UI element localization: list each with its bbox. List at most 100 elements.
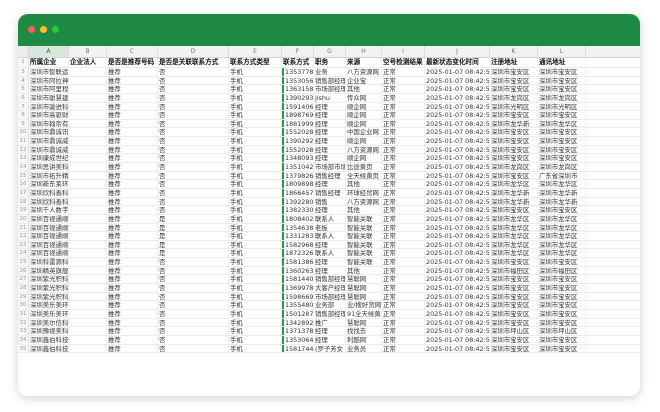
table-cell[interactable]: 否 [158, 284, 229, 292]
table-cell[interactable]: 深圳紫光积科 [29, 292, 69, 301]
table-cell[interactable]: 深圳市龙华区 [538, 232, 586, 240]
table-cell[interactable]: 158138693 [282, 258, 314, 266]
table-cell[interactable]: 2025-01-07 08:42:5 [425, 223, 490, 232]
table-cell[interactable]: 深圳市龙华区 [490, 214, 538, 223]
table-cell[interactable]: 手机 [229, 214, 282, 223]
table-cell[interactable]: 深圳市宝安区 [490, 206, 538, 214]
table-cell[interactable]: 深圳市骏进科 [29, 102, 69, 111]
table-cell[interactable]: 推荐 [107, 145, 158, 154]
table-cell[interactable] [69, 76, 107, 85]
table-cell[interactable]: 2025-01-07 08:42:5 [425, 335, 490, 344]
table-cell[interactable]: 深圳市宝安区 [490, 137, 538, 145]
table-cell[interactable]: 深圳市宝安区 [538, 85, 586, 93]
table-cell[interactable]: 深圳市龙华区 [538, 223, 586, 232]
table-cell[interactable]: 否 [158, 102, 229, 111]
table-cell[interactable]: 2025-01-07 08:42:5 [425, 344, 490, 353]
table-cell[interactable]: 深圳市宝安区 [538, 309, 586, 318]
table-cell[interactable]: 深圳市龙华区 [490, 240, 538, 249]
table-cell[interactable]: 智能关联 [346, 223, 382, 232]
row-number[interactable]: 25 [18, 258, 29, 266]
table-cell[interactable]: 深圳百视通顺 [29, 240, 69, 249]
table-cell[interactable]: 否 [158, 292, 229, 301]
table-cell[interactable]: 正常 [382, 318, 425, 327]
table-cell[interactable]: 正常 [382, 180, 425, 188]
table-cell[interactable]: 188199900 [282, 119, 314, 128]
table-cell[interactable]: 深圳市阿拉神 [29, 76, 69, 85]
table-cell[interactable]: 推荐 [107, 309, 158, 318]
table-cell[interactable]: 正常 [382, 68, 425, 76]
table-cell[interactable]: 2025-01-07 08:42:5 [425, 275, 490, 284]
table-cell[interactable]: 2025-01-07 08:42:5 [425, 214, 490, 223]
table-cell[interactable]: 联系人 [314, 249, 346, 258]
table-cell[interactable]: 正常 [382, 223, 425, 232]
table-cell[interactable]: 136315878 [282, 85, 314, 93]
column-header-d[interactable]: D [158, 46, 229, 57]
table-cell[interactable]: 深圳市宝安区 [538, 68, 586, 76]
table-cell[interactable]: 159140646 [282, 102, 314, 111]
table-cell[interactable]: 智能关联 [346, 240, 382, 249]
table-cell[interactable] [69, 223, 107, 232]
table-cell[interactable] [69, 93, 107, 102]
column-header-g[interactable]: G [314, 46, 346, 57]
table-cell[interactable]: 正常 [382, 102, 425, 111]
table-cell[interactable]: 深圳千人数字 [29, 206, 69, 214]
table-cell[interactable]: 销售经理 [314, 171, 346, 180]
table-cell[interactable]: 深圳市宝安区 [490, 68, 538, 76]
table-cell[interactable]: 其他 [346, 266, 382, 275]
table-cell[interactable]: 广东省深圳市 [538, 171, 586, 180]
table-cell[interactable]: 2025-01-07 08:42:5 [425, 171, 490, 180]
table-cell[interactable]: 销售经理 [314, 188, 346, 197]
table-cell[interactable]: 正常 [382, 188, 425, 197]
table-cell[interactable]: 其他 [346, 206, 382, 214]
table-cell[interactable]: 中国企业网 [346, 128, 382, 137]
table-cell[interactable]: 正常 [382, 232, 425, 240]
table-cell[interactable]: 正常 [382, 292, 425, 301]
close-window-button[interactable] [28, 26, 35, 33]
column-header-k[interactable]: K [490, 46, 538, 57]
table-cell[interactable]: 推荐 [107, 93, 158, 102]
table-cell[interactable]: 深圳市宝安区 [490, 344, 538, 353]
table-cell[interactable] [69, 68, 107, 76]
table-cell[interactable]: 手机 [229, 119, 282, 128]
table-cell[interactable]: 深圳市龙华区 [490, 223, 538, 232]
table-cell[interactable]: 手机 [229, 266, 282, 275]
column-header-b[interactable]: B [69, 46, 107, 57]
row-number[interactable]: 34 [18, 335, 29, 344]
table-cell[interactable]: 否 [158, 301, 229, 309]
table-cell[interactable]: 深圳鑫伯科技 [29, 344, 69, 353]
table-cell[interactable]: 2025-01-07 08:42:5 [425, 258, 490, 266]
table-cell[interactable]: 正常 [382, 93, 425, 102]
table-cell[interactable]: 深圳豫视美科 [29, 327, 69, 335]
row-number[interactable]: 6 [18, 93, 29, 102]
table-cell[interactable]: 经理 [314, 119, 346, 128]
table-cell[interactable]: 否 [158, 275, 229, 284]
table-cell[interactable]: 正常 [382, 137, 425, 145]
table-cell[interactable]: 推荐 [107, 171, 158, 180]
table-cell[interactable]: 经理 [314, 206, 346, 214]
table-cell[interactable]: 深圳市宝安区 [490, 145, 538, 154]
minimize-window-button[interactable] [40, 26, 47, 33]
table-cell[interactable]: 顺企网 [346, 119, 382, 128]
table-cell[interactable]: 深圳市宝安区 [490, 171, 538, 180]
column-header-f[interactable]: F [282, 46, 314, 57]
table-cell[interactable]: 深圳市龙华区 [538, 180, 586, 188]
table-cell[interactable]: 深圳市翰帝有 [29, 119, 69, 128]
table-cell[interactable]: 比途黄页 [346, 163, 382, 171]
column-title[interactable]: 所属企业 [29, 58, 69, 67]
table-cell[interactable]: 深圳市宝安区 [490, 111, 538, 119]
table-cell[interactable]: 深圳市拓升精 [29, 171, 69, 180]
table-cell[interactable]: 91全天候黄页 [346, 309, 382, 318]
table-cell[interactable] [69, 327, 107, 335]
row-number[interactable]: 1 [18, 58, 29, 67]
table-cell[interactable]: 否 [158, 76, 229, 85]
table-cell[interactable]: 2025-01-07 08:42:5 [425, 128, 490, 137]
table-cell[interactable] [69, 188, 107, 197]
table-cell[interactable]: 手机 [229, 180, 282, 188]
table-cell[interactable]: 正常 [382, 266, 425, 275]
table-cell[interactable]: 推荐 [107, 76, 158, 85]
table-cell[interactable]: 手机 [229, 309, 282, 318]
table-cell[interactable]: 联系人 [314, 232, 346, 240]
table-cell[interactable]: 正常 [382, 119, 425, 128]
table-cell[interactable] [69, 275, 107, 284]
table-cell[interactable]: 深圳市聪慧建 [29, 93, 69, 102]
